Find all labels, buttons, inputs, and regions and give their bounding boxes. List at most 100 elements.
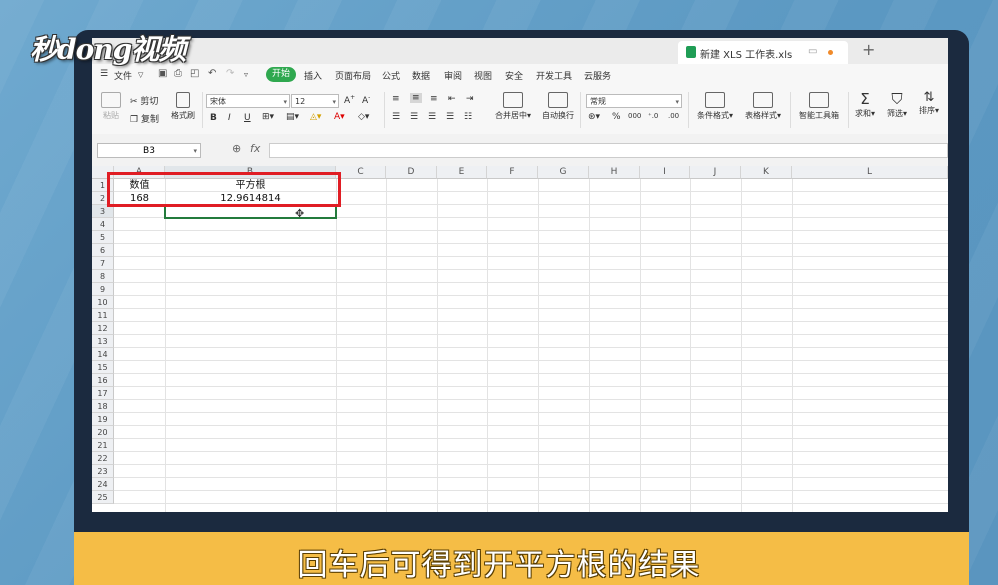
eraser-icon[interactable]: ◇▾ — [358, 112, 369, 122]
sort-button[interactable]: ⇅ 排序▾ — [914, 90, 944, 116]
align-right-icon[interactable]: ☰ — [428, 112, 436, 122]
row-header-5[interactable]: 5 — [92, 231, 114, 244]
merge-center-button[interactable]: 合并居中▾ — [488, 92, 538, 121]
row-header-9[interactable]: 9 — [92, 283, 114, 296]
column-header-l[interactable]: L — [792, 166, 948, 179]
column-header-g[interactable]: G — [538, 166, 589, 179]
undo-icon[interactable]: ↶ — [208, 68, 216, 79]
column-header-c[interactable]: C — [336, 166, 386, 179]
row-header-15[interactable]: 15 — [92, 361, 114, 374]
paste-button[interactable]: 粘贴 — [98, 92, 124, 121]
row-header-23[interactable]: 23 — [92, 465, 114, 478]
row-header-16[interactable]: 16 — [92, 374, 114, 387]
align-bottom-icon[interactable]: ≡ — [430, 94, 438, 104]
column-header-f[interactable]: F — [487, 166, 538, 179]
print-icon[interactable]: ⎙ — [174, 68, 182, 79]
cut-button[interactable]: ✂ 剪切 — [130, 94, 158, 107]
row-header-10[interactable]: 10 — [92, 296, 114, 309]
row-header-7[interactable]: 7 — [92, 257, 114, 270]
row-header-17[interactable]: 17 — [92, 387, 114, 400]
tab-formulas[interactable]: 公式 — [382, 69, 400, 82]
border-icon[interactable]: ⊞▾ — [262, 112, 274, 122]
font-shrink-icon[interactable]: A- — [362, 94, 370, 106]
row-header-8[interactable]: 8 — [92, 270, 114, 283]
print-preview-icon[interactable]: ◰ — [190, 68, 199, 79]
tab-developer[interactable]: 开发工具 — [536, 69, 572, 82]
redo-icon[interactable]: ↷ — [226, 68, 234, 79]
row-header-20[interactable]: 20 — [92, 426, 114, 439]
column-header-k[interactable]: K — [741, 166, 792, 179]
tab-data[interactable]: 数据 — [412, 69, 430, 82]
thousands-icon[interactable]: 000 — [628, 112, 641, 120]
tab-review[interactable]: 审阅 — [444, 69, 462, 82]
column-header-j[interactable]: J — [690, 166, 741, 179]
column-header-e[interactable]: E — [437, 166, 487, 179]
smart-toolbox-button[interactable]: 智能工具箱 — [794, 92, 844, 121]
row-header-13[interactable]: 13 — [92, 335, 114, 348]
copy-button[interactable]: ❐ 复制 — [130, 112, 159, 125]
column-header-h[interactable]: H — [589, 166, 640, 179]
zoom-search-icon[interactable]: ⊕ — [232, 142, 241, 155]
wrap-text-button[interactable]: 自动换行 — [538, 92, 578, 121]
formula-input[interactable] — [269, 143, 948, 158]
row-header-21[interactable]: 21 — [92, 439, 114, 452]
sheet-grid[interactable]: A B C D E F G H I J K L 1 2 3 4 5 6 7 8 9 10 11 12 1… — [92, 166, 948, 512]
chevron-down-icon: ▾ — [902, 109, 907, 118]
column-header-d[interactable]: D — [386, 166, 437, 179]
currency-icon[interactable]: ⊛▾ — [588, 112, 600, 122]
align-top-icon[interactable]: ≡ — [392, 94, 400, 104]
font-color-icon[interactable]: A▾ — [334, 112, 345, 122]
align-middle-icon[interactable]: ≡ — [410, 93, 422, 103]
font-size-select[interactable]: 12 ▾ — [291, 94, 339, 108]
column-header-i[interactable]: I — [640, 166, 690, 179]
bold-button[interactable]: B — [210, 113, 217, 123]
table-style-button[interactable]: 表格样式▾ — [740, 92, 786, 121]
underline-button[interactable]: U — [244, 113, 251, 123]
new-tab-button[interactable]: + — [862, 40, 875, 59]
save-icon[interactable]: ▣ — [158, 68, 167, 79]
row-header-18[interactable]: 18 — [92, 400, 114, 413]
tab-start[interactable]: 开始 — [266, 67, 297, 82]
align-left-icon[interactable]: ☰ — [392, 112, 400, 122]
italic-button[interactable]: I — [228, 113, 231, 123]
font-grow-icon[interactable]: A+ — [344, 94, 355, 106]
name-box[interactable]: B3 ▾ — [97, 143, 201, 158]
sum-button[interactable]: Σ 求和▾ — [850, 90, 880, 119]
tab-view[interactable]: 视图 — [474, 69, 492, 82]
tab-security[interactable]: 安全 — [505, 69, 523, 82]
customize-icon[interactable]: ▿ — [244, 70, 248, 79]
justify-icon[interactable]: ☰ — [446, 112, 454, 122]
monitor-icon[interactable]: ▭ — [808, 46, 817, 57]
align-center-icon[interactable]: ☰ — [410, 112, 418, 122]
hamburger-icon[interactable]: ☰ — [100, 69, 108, 79]
row-header-19[interactable]: 19 — [92, 413, 114, 426]
conditional-format-button[interactable]: 条件格式▾ — [692, 92, 738, 121]
fx-button[interactable]: fx — [250, 142, 260, 155]
tab-page-layout[interactable]: 页面布局 — [335, 69, 371, 82]
tab-insert[interactable]: 插入 — [304, 69, 322, 82]
row-header-22[interactable]: 22 — [92, 452, 114, 465]
file-tab[interactable]: 新建 XLS 工作表.xls ▭ — [678, 41, 848, 64]
format-painter-button[interactable]: 格式刷 — [168, 92, 198, 121]
percent-icon[interactable]: % — [612, 112, 621, 122]
font-name-select[interactable]: 宋体 ▾ — [206, 94, 290, 108]
row-header-25[interactable]: 25 — [92, 491, 114, 504]
decrease-decimal-icon[interactable]: .00 — [668, 112, 679, 120]
row-header-24[interactable]: 24 — [92, 478, 114, 491]
row-header-14[interactable]: 14 — [92, 348, 114, 361]
indent-increase-icon[interactable]: ⇥ — [466, 94, 474, 104]
number-format-select[interactable]: 常规 ▾ — [586, 94, 682, 108]
row-header-4[interactable]: 4 — [92, 218, 114, 231]
row-header-11[interactable]: 11 — [92, 309, 114, 322]
row-header-6[interactable]: 6 — [92, 244, 114, 257]
chevron-down-icon[interactable]: ▽ — [138, 71, 143, 79]
indent-decrease-icon[interactable]: ⇤ — [448, 94, 456, 104]
row-header-12[interactable]: 12 — [92, 322, 114, 335]
file-menu[interactable]: 文件 — [114, 69, 132, 82]
fill-color-icon[interactable]: ◬▾ — [310, 112, 321, 122]
fill-pattern-icon[interactable]: ▤▾ — [286, 112, 299, 122]
filter-button[interactable]: ⛉ 筛选▾ — [882, 90, 912, 119]
distribute-icon[interactable]: ☷ — [464, 112, 472, 122]
increase-decimal-icon[interactable]: ⁺.0 — [648, 112, 658, 120]
tab-cloud[interactable]: 云服务 — [584, 69, 611, 82]
